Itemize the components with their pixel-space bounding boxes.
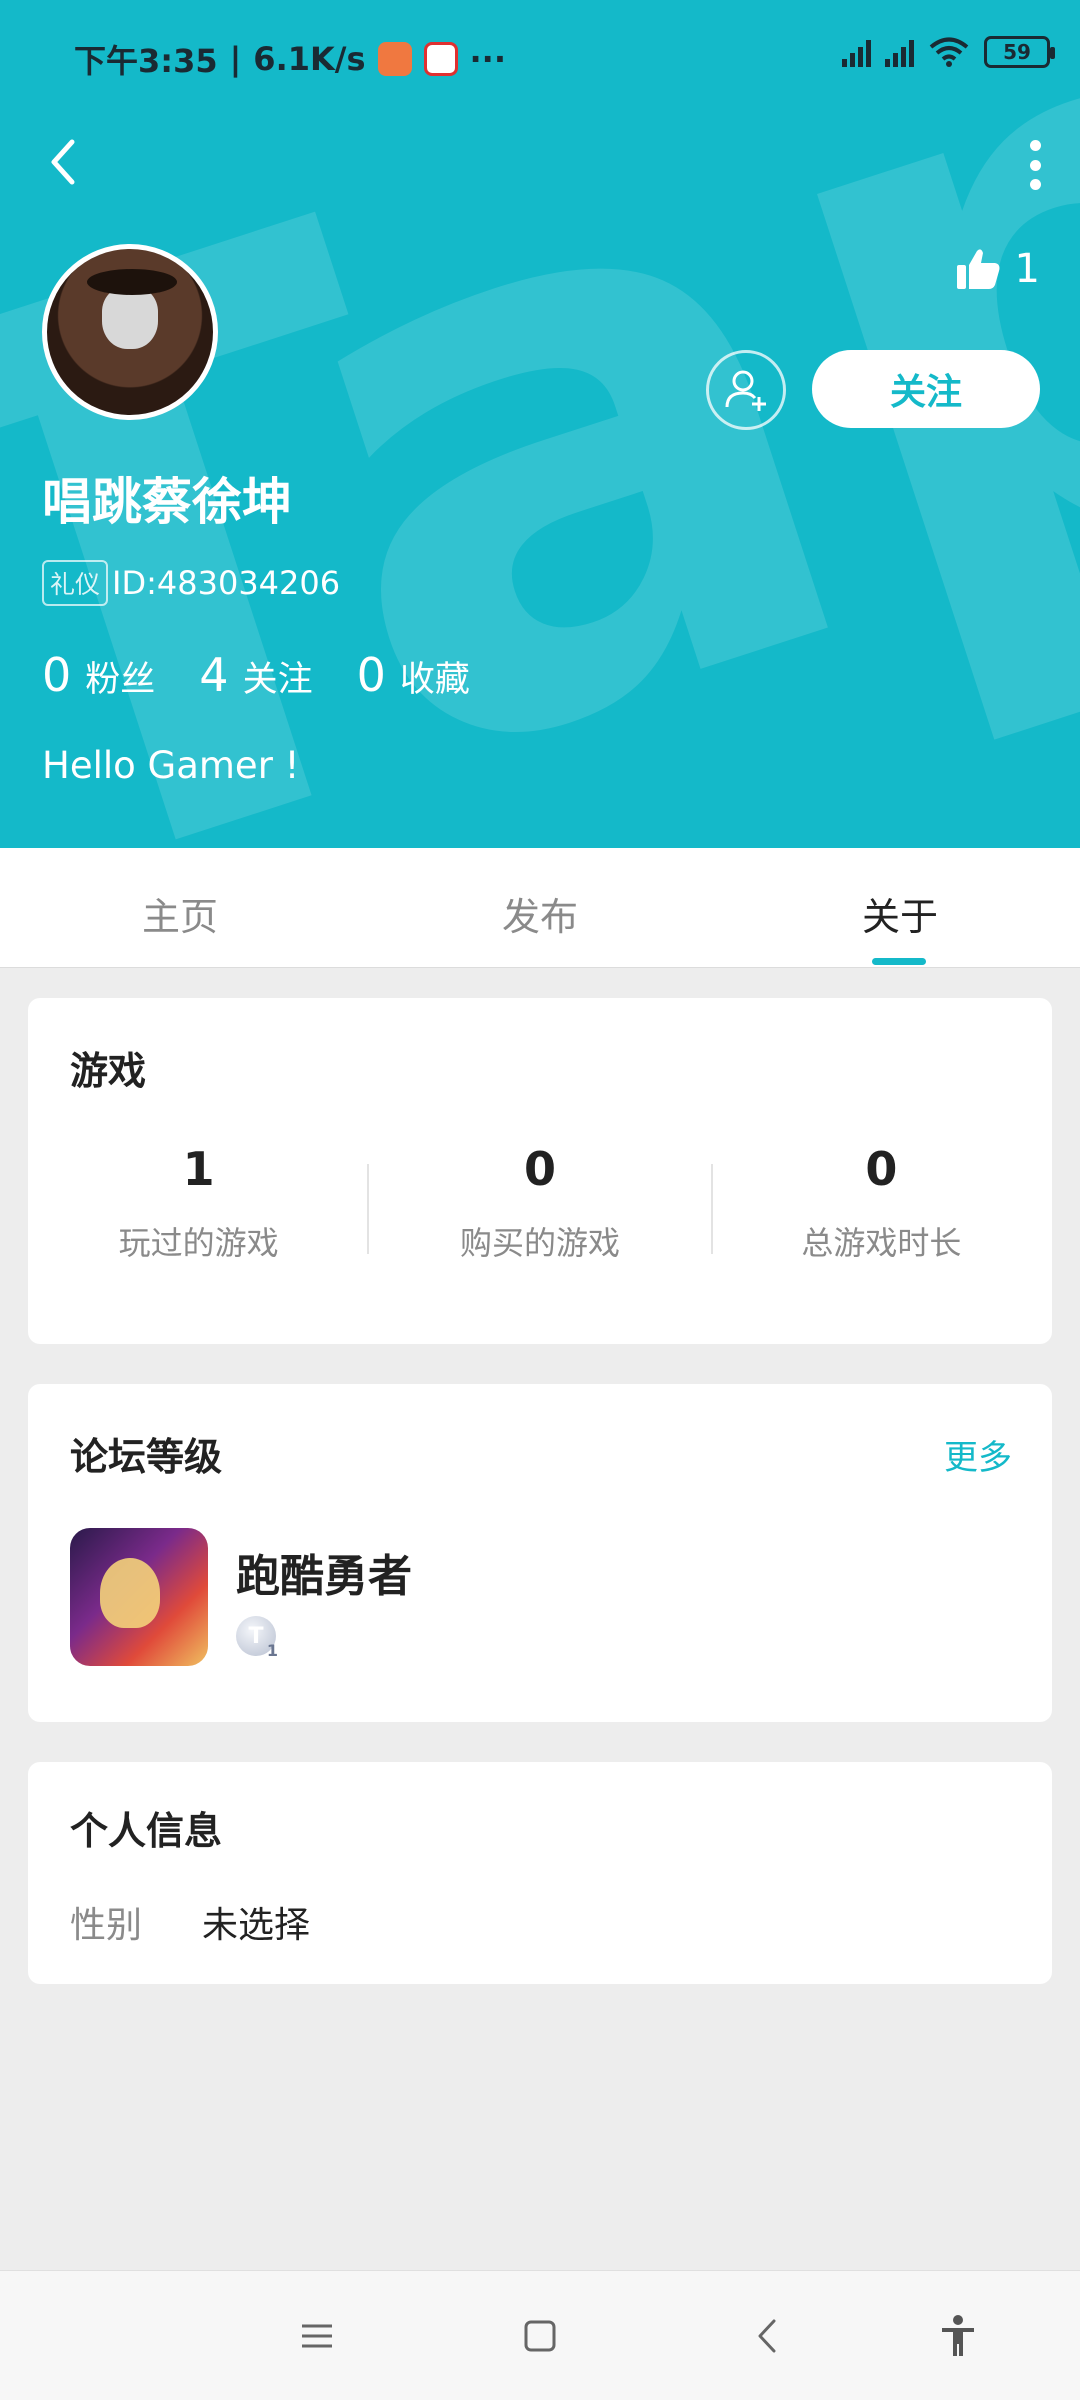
tab-home[interactable]: 主页: [70, 886, 290, 941]
notification-app-icon: [377, 42, 412, 76]
status-time: 下午3:35: [74, 42, 218, 80]
back-icon[interactable]: [742, 2311, 792, 2361]
accessibility-icon[interactable]: [933, 2311, 983, 2361]
games-purchased-count: 0: [523, 1142, 556, 1196]
signal-icon: [842, 37, 871, 67]
tab-indicator: [872, 958, 926, 965]
battery-icon: 59: [984, 36, 1055, 68]
games-card: 游戏 1 玩过的游戏 0 购买的游戏 0 总游戏时长: [28, 998, 1052, 1344]
game-name[interactable]: 跑酷勇者: [236, 1540, 412, 1604]
avatar[interactable]: [42, 244, 218, 420]
home-icon[interactable]: [515, 2311, 565, 2361]
add-friend-button[interactable]: [706, 350, 786, 430]
signal-icon-2: [885, 37, 914, 67]
stat-fans[interactable]: 0 粉丝: [42, 648, 155, 702]
profile-stats: 0 粉丝 4 关注 0 收藏: [42, 648, 514, 702]
username: 唱跳蔡徐坤: [42, 473, 292, 531]
user-id: ID:483034206: [112, 564, 341, 602]
forum-card-title: 论坛等级: [70, 1435, 223, 1479]
level-number: 1: [266, 1641, 278, 1660]
total-play-time-count: 0: [865, 1142, 898, 1196]
profile-header: Tap 下午3:35 | 6.1K/s ··· 59 1 关注 唱跳蔡徐坤 礼仪…: [0, 0, 1080, 848]
games-purchased-label: 购买的游戏: [459, 1224, 620, 1262]
games-played[interactable]: 1 玩过的游戏: [28, 1142, 369, 1264]
games-played-count: 1: [182, 1142, 215, 1196]
like-button[interactable]: 1: [955, 246, 1040, 292]
wifi-icon: [929, 37, 969, 67]
stat-label: 关注: [242, 660, 313, 700]
gender-value: 未选择: [202, 1905, 311, 1946]
total-play-time-label: 总游戏时长: [801, 1224, 962, 1262]
stat-number: 0: [356, 648, 386, 702]
games-purchased[interactable]: 0 购买的游戏: [369, 1142, 710, 1264]
gender-row: 性别 未选择: [70, 1896, 310, 1948]
status-right: 59: [842, 36, 1055, 68]
user-bio: Hello Gamer !: [42, 744, 300, 787]
status-bar: 下午3:35 | 6.1K/s ··· 59: [0, 0, 1080, 120]
network-speed: 6.1K/s: [253, 40, 366, 78]
status-divider: |: [229, 40, 242, 78]
more-link[interactable]: 更多: [944, 1430, 1012, 1479]
like-count: 1: [1014, 246, 1040, 292]
stat-divider: [711, 1164, 713, 1254]
profile-tabs: 主页 发布 关于: [0, 848, 1080, 968]
thumbs-up-icon: [956, 249, 1000, 289]
system-nav-bar: [0, 2270, 1080, 2400]
games-played-label: 玩过的游戏: [118, 1224, 279, 1262]
follow-button[interactable]: 关注: [812, 350, 1040, 428]
stat-favorites[interactable]: 0 收藏: [357, 648, 470, 702]
forum-level-card: 论坛等级 更多 跑酷勇者 T 1: [28, 1384, 1052, 1722]
level-letter: T: [248, 1623, 264, 1649]
status-left: 下午3:35 | 6.1K/s ···: [74, 36, 506, 82]
tab-about[interactable]: 关于: [790, 886, 1010, 941]
status-more-dots: ···: [469, 40, 506, 78]
game-stats: 1 玩过的游戏 0 购买的游戏 0 总游戏时长: [28, 1142, 1052, 1264]
user-id-row: 礼仪 ID:483034206: [42, 560, 340, 606]
user-badge[interactable]: 礼仪: [42, 560, 109, 606]
stat-divider: [367, 1164, 369, 1254]
back-arrow-icon[interactable]: [40, 132, 96, 192]
stat-label: 收藏: [399, 660, 470, 700]
level-badge-icon: T 1: [236, 1616, 278, 1660]
notification-app-icon-2: [423, 42, 458, 76]
menu-icon[interactable]: [292, 2311, 342, 2361]
game-app-icon[interactable]: [70, 1528, 208, 1666]
games-card-title: 游戏: [70, 1049, 147, 1093]
tab-posts[interactable]: 发布: [430, 886, 650, 941]
stat-following[interactable]: 4 关注: [199, 648, 312, 702]
stat-label: 粉丝: [85, 660, 156, 700]
stat-number: 0: [42, 648, 72, 702]
more-vertical-icon[interactable]: [1020, 140, 1050, 190]
gender-label: 性别: [70, 1905, 143, 1946]
add-friend-icon: [725, 370, 766, 411]
stat-number: 4: [199, 648, 229, 702]
total-play-time[interactable]: 0 总游戏时长: [711, 1142, 1052, 1264]
personal-info-title: 个人信息: [70, 1809, 223, 1853]
personal-info-card: 个人信息 性别 未选择: [28, 1762, 1052, 1984]
